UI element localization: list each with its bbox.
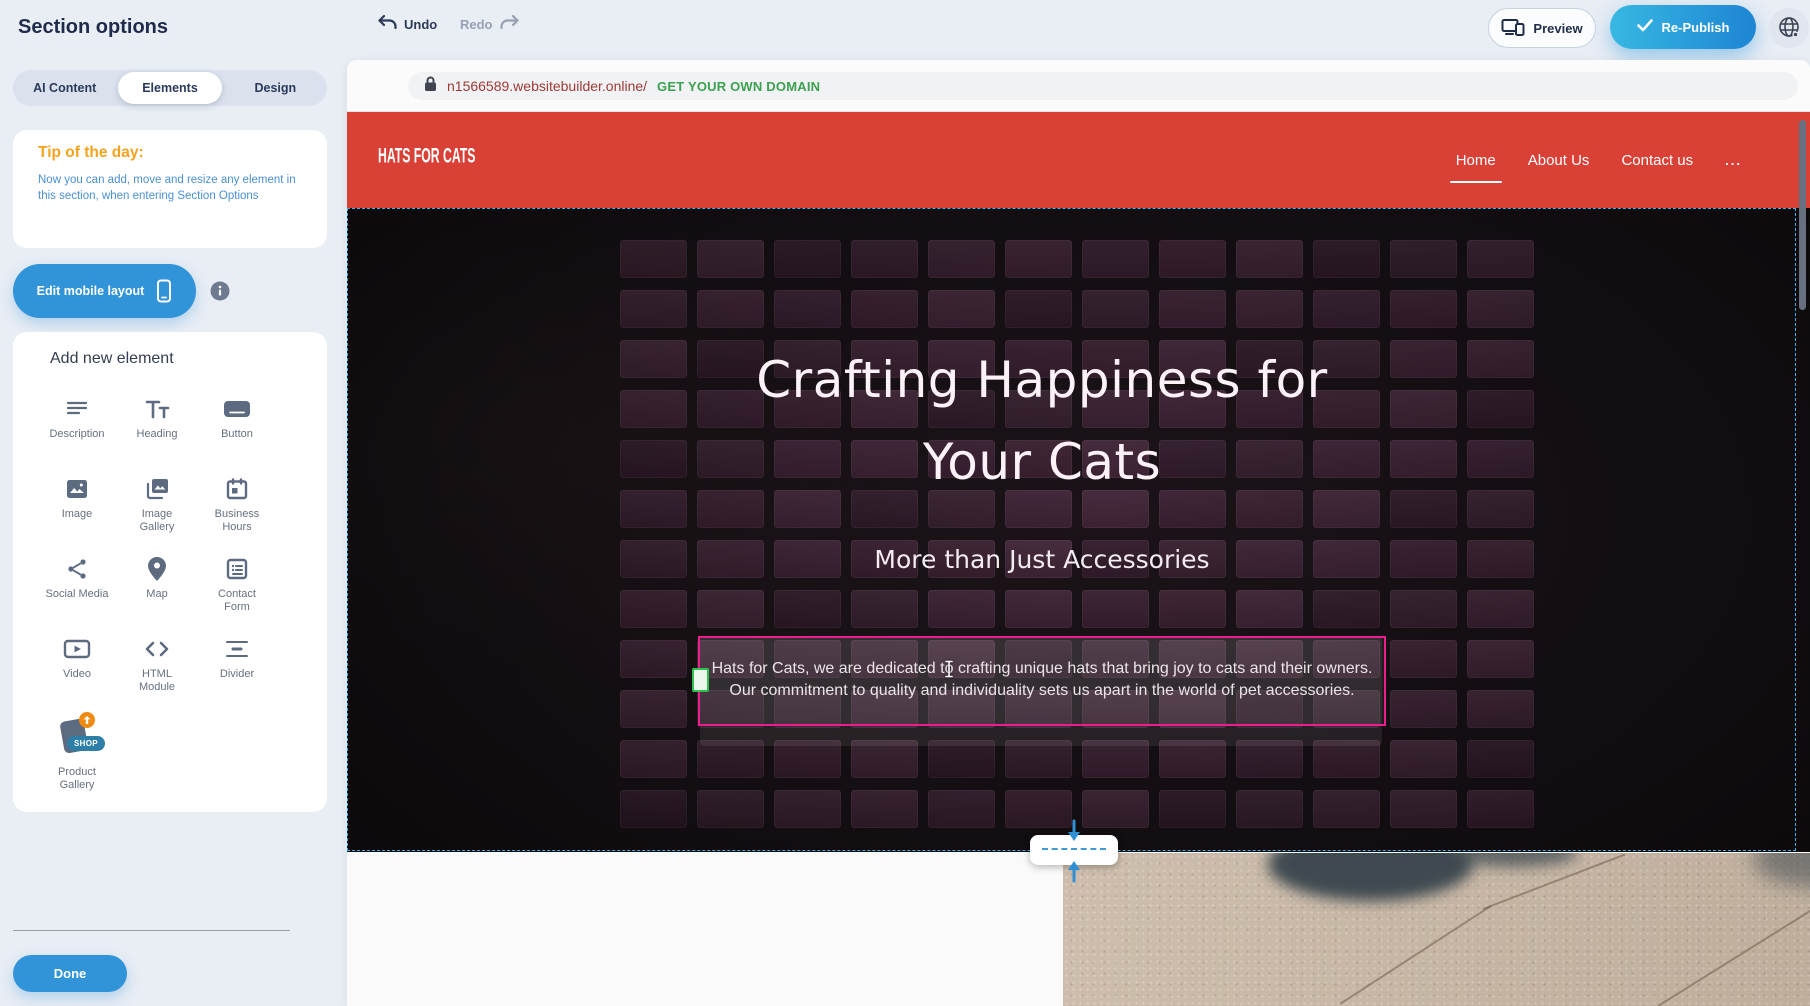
element-item-social-media[interactable]: Social Media: [37, 556, 117, 636]
element-item-html-module[interactable]: HTML Module: [117, 636, 197, 716]
site-logo: HATS FOR CATS: [378, 144, 475, 169]
heading-icon: [144, 396, 170, 422]
redo-icon: [500, 15, 519, 34]
resize-arrows-icon: [1062, 819, 1086, 888]
nav-home[interactable]: Home: [1456, 152, 1496, 169]
tab-ai-content[interactable]: AI Content: [13, 70, 116, 106]
republish-button[interactable]: Re-Publish: [1610, 5, 1756, 49]
browser-chrome: n1566589.websitebuilder.online/ GET YOUR…: [347, 60, 1810, 112]
add-new-element-panel: Add new element Description Heading Butt…: [13, 332, 327, 812]
section-height-resize-handle[interactable]: [1030, 835, 1118, 865]
lock-icon: [424, 76, 437, 97]
get-your-own-domain-link[interactable]: GET YOUR OWN DOMAIN: [657, 79, 820, 94]
image-gallery-icon: [144, 476, 170, 502]
element-item-image-gallery[interactable]: Image Gallery: [117, 476, 197, 556]
app-root: Section options AI Content Elements Desi…: [0, 0, 1810, 1006]
mobile-phone-icon: [156, 278, 172, 304]
tab-elements[interactable]: Elements: [118, 72, 221, 104]
site-header: HATS FOR CATS Home About Us Contact us .…: [347, 112, 1810, 208]
contact-form-icon: [225, 556, 249, 582]
done-button[interactable]: Done: [13, 955, 127, 992]
element-item-video[interactable]: Video: [37, 636, 117, 716]
hero-body-text[interactable]: Hats for Cats, we are dedicated to craft…: [347, 658, 1737, 701]
hero-subheading[interactable]: More than Just Accessories: [347, 543, 1737, 577]
nav-more[interactable]: ...: [1725, 153, 1742, 168]
tip-heading: Tip of the day:: [38, 144, 144, 162]
address-bar[interactable]: n1566589.websitebuilder.online/ GET YOUR…: [408, 72, 1798, 100]
tip-body: Now you can add, move and resize any ele…: [38, 172, 300, 204]
divider-icon: [224, 636, 250, 662]
globe-icon: [1778, 16, 1800, 41]
business-hours-icon: [225, 476, 249, 502]
element-item-business-hours[interactable]: Business Hours: [197, 476, 277, 556]
hero-content: Crafting Happiness for Your Cats More th…: [347, 208, 1737, 852]
language-globe-button[interactable]: [1769, 8, 1809, 48]
tab-design[interactable]: Design: [224, 70, 327, 106]
shop-badge: SHOP: [67, 736, 105, 751]
info-icon: [210, 289, 230, 304]
check-icon: [1637, 19, 1653, 35]
pavement-seam: [1339, 905, 1491, 1005]
product-gallery-icon: SHOP: [53, 716, 101, 760]
edit-mobile-layout-button[interactable]: Edit mobile layout: [13, 264, 196, 318]
upgrade-badge-icon: [79, 712, 95, 728]
description-icon: [65, 396, 89, 422]
site-url: n1566589.websitebuilder.online/: [447, 78, 647, 94]
element-item-divider[interactable]: Divider: [197, 636, 277, 716]
video-icon: [63, 636, 91, 662]
photo-shadow: [1268, 853, 1473, 901]
site-nav: Home About Us Contact us ...: [1456, 112, 1742, 208]
element-item-button[interactable]: Button: [197, 396, 277, 476]
map-icon: [146, 556, 168, 582]
undo-button[interactable]: Undo: [378, 15, 437, 34]
image-icon: [65, 476, 89, 502]
button-icon: [222, 396, 252, 422]
social-media-icon: [65, 556, 89, 582]
element-resize-handle[interactable]: [692, 668, 709, 692]
preview-scrollbar-thumb[interactable]: [1799, 120, 1806, 310]
mouse-cursor: [943, 660, 955, 683]
hero-heading-line2[interactable]: Your Cats: [347, 421, 1737, 503]
element-item-description[interactable]: Description: [37, 396, 117, 476]
sidebar-tabs: AI Content Elements Design: [13, 70, 327, 106]
preview-button[interactable]: Preview: [1488, 8, 1596, 48]
pavement-seam: [1657, 907, 1810, 1006]
element-item-heading[interactable]: Heading: [117, 396, 197, 476]
nav-about-us[interactable]: About Us: [1528, 152, 1590, 169]
element-item-map[interactable]: Map: [117, 556, 197, 636]
devices-icon: [1501, 17, 1525, 40]
info-button[interactable]: [210, 281, 230, 301]
hero-section[interactable]: Crafting Happiness for Your Cats More th…: [347, 208, 1810, 852]
element-item-image[interactable]: Image: [37, 476, 117, 556]
add-new-element-title: Add new element: [50, 350, 174, 368]
next-section-photo: [1063, 853, 1810, 1006]
element-item-product-gallery[interactable]: SHOP Product Gallery: [37, 716, 117, 796]
edit-mobile-label: Edit mobile layout: [37, 284, 145, 298]
undo-icon: [378, 15, 397, 34]
tip-of-the-day-card: Tip of the day: Now you can add, move an…: [13, 130, 327, 248]
redo-button[interactable]: Redo: [460, 15, 519, 34]
element-item-contact-form[interactable]: Contact Form: [197, 556, 277, 636]
element-grid: Description Heading Button Image: [37, 396, 293, 796]
hero-heading-line1[interactable]: Crafting Happiness for: [347, 339, 1737, 421]
nav-contact-us[interactable]: Contact us: [1621, 152, 1693, 169]
page-title: Section options: [18, 16, 168, 39]
sidebar-divider: [13, 930, 290, 931]
html-module-icon: [143, 636, 171, 662]
photo-shadow: [1753, 853, 1810, 887]
